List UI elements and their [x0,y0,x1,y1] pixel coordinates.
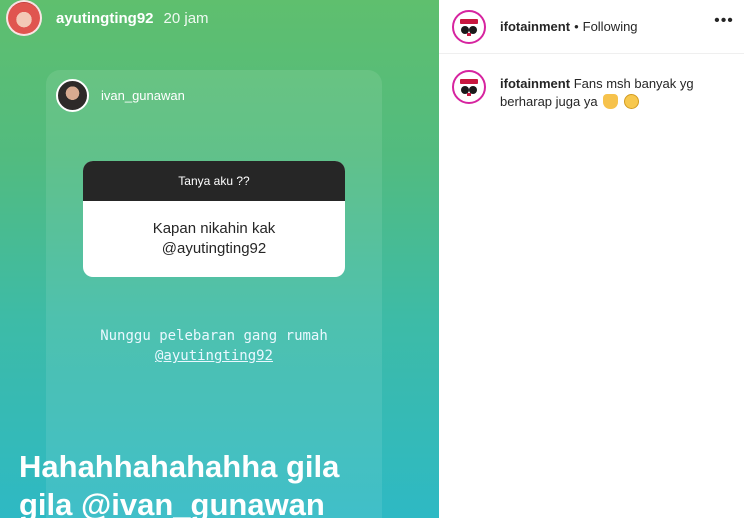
reply-mention: @ayutingting92 [154,348,273,364]
story-image: ayutingting92 20 jam ivan_gunawan Tanya … [0,0,439,518]
question-sticker-title: Tanya aku ?? [83,161,345,201]
reply-line1: Nunggu pelebaran gang rumah [100,328,328,344]
following-button[interactable]: Following [583,19,638,34]
story-timestamp: 20 jam [163,9,209,27]
repost-avatar [56,79,89,112]
caption-comment: ifotainment Fans msh banyak yg berharap … [452,70,720,111]
account-avatar[interactable] [452,9,486,44]
question-sticker-body: Kapan nikahin kak @ayutingting92 [83,201,345,277]
comment-body: ifotainment Fans msh banyak yg berharap … [500,75,720,111]
separator-dot: • [574,19,579,34]
caption-line2: gila @ivan_gunawan [19,487,325,518]
repost-username: ivan_gunawan [101,88,185,103]
question-text-line2: @ayutingting92 [161,240,267,257]
logo-icon [460,79,478,96]
comment-username[interactable]: ifotainment [500,76,570,91]
post-header: ifotainment • Following ••• [439,0,744,54]
grinning-sweat-icon [623,94,639,109]
story-header: ayutingting92 20 jam [6,0,209,36]
folded-hands-icon [603,94,619,109]
post-panel: ifotainment • Following ••• ifotainment … [439,0,744,518]
caption-line1: Hahahhahahahha gila [19,449,340,484]
question-sticker: Tanya aku ?? Kapan nikahin kak @ayutingt… [83,161,345,277]
repost-header: ivan_gunawan [56,79,185,112]
question-text-line1: Kapan nikahin kak [152,220,276,237]
logo-icon [460,18,478,36]
more-options-icon[interactable]: ••• [714,13,734,29]
story-caption-text: Hahahhahahahha gila gila @ivan_gunawan [19,448,439,518]
story-avatar[interactable] [6,0,42,36]
story-username[interactable]: ayutingting92 [56,10,154,27]
account-username[interactable]: ifotainment [500,19,570,34]
reply-text: Nunggu pelebaran gang rumah @ayutingting… [46,326,382,366]
comment-avatar[interactable] [452,70,486,104]
